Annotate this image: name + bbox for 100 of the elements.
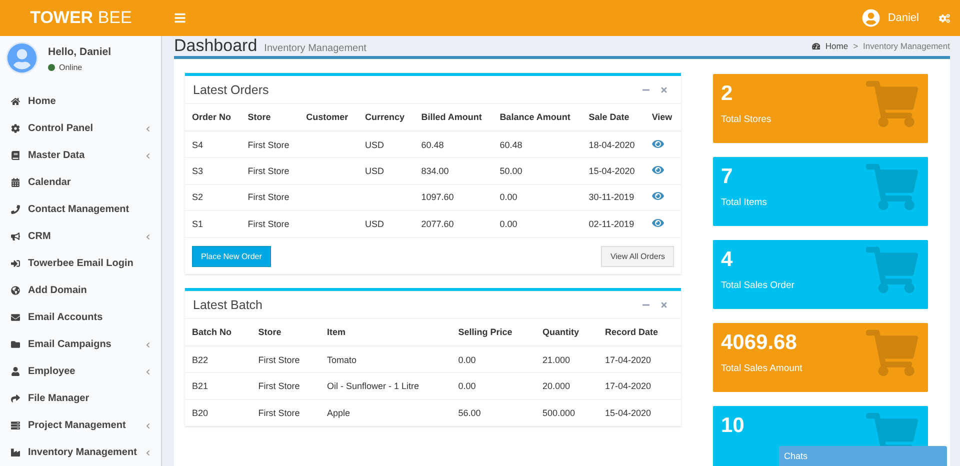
sidebar-item[interactable]: Employee: [0, 358, 161, 385]
column-header: Sale Date: [582, 104, 645, 131]
megaphone-icon: [11, 232, 22, 241]
stat-label: Total Items: [721, 197, 768, 208]
book-icon: [11, 151, 22, 160]
table-cell: S4: [185, 131, 241, 158]
table-cell: 15-04-2020: [598, 399, 681, 426]
globe-icon: [11, 286, 22, 295]
calendar-icon: [11, 178, 22, 187]
view-eye-icon[interactable]: [652, 190, 664, 202]
view-eye-icon[interactable]: [652, 164, 664, 176]
table-cell: Oil - Sunflower - 1 Litre: [320, 372, 452, 399]
table-cell: Tomato: [320, 346, 452, 372]
table-cell: S1: [185, 210, 241, 237]
table-cell: 0.00: [492, 210, 582, 237]
table-cell: Apple: [320, 399, 452, 426]
sidebar-item[interactable]: Calendar: [0, 169, 161, 196]
table-cell: 1097.60: [414, 184, 493, 210]
table-cell: 21.000: [535, 346, 598, 372]
column-header: Customer: [299, 104, 358, 131]
table-cell: First Store: [251, 346, 320, 372]
sidebar-item[interactable]: Control Panel: [0, 115, 161, 142]
column-header: Quantity: [535, 319, 598, 346]
table-cell: First Store: [240, 131, 300, 158]
gear-icon: [11, 124, 22, 133]
column-header: Batch No: [185, 319, 252, 346]
stat-value: 10: [721, 414, 746, 438]
table-cell: 30-11-2019: [582, 184, 645, 210]
card-title: Latest Orders: [193, 82, 270, 96]
table-cell: 18-04-2020: [582, 131, 645, 158]
share-arrow-icon: [11, 394, 22, 403]
table-cell: First Store: [240, 210, 300, 237]
column-header: Balance Amount: [492, 104, 582, 131]
table-cell: 0.00: [492, 184, 582, 210]
sidebar-item[interactable]: File Manager: [0, 385, 161, 412]
table-cell: 56.00: [451, 399, 536, 426]
column-header: Store: [251, 319, 320, 346]
sidebar-item[interactable]: Email Campaigns: [0, 331, 161, 358]
sidebar-item[interactable]: Project Management: [0, 412, 161, 439]
card-title: Latest Batch: [193, 298, 264, 312]
table-cell: First Store: [240, 158, 300, 184]
sidebar-item[interactable]: Contact Management: [0, 196, 161, 223]
sidebar-item[interactable]: Towerbee Email Login: [0, 250, 161, 277]
folder-icon: [11, 340, 22, 349]
page-title: Dashboard: [174, 36, 258, 56]
user-avatar-icon: [862, 9, 880, 27]
table-cell: First Store: [251, 372, 320, 399]
table-cell: 50.00: [492, 158, 582, 184]
avatar-silhouette: [6, 42, 38, 74]
table-cell: 0.00: [451, 346, 536, 372]
settings-icon[interactable]: [939, 12, 950, 24]
sidebar-item[interactable]: Inventory Management: [0, 439, 161, 466]
breadcrumb-current: Inventory Management: [863, 41, 950, 51]
stat-value: 4: [721, 248, 734, 272]
table-cell: First Store: [251, 399, 320, 426]
user-icon: [11, 367, 22, 376]
table-cell: B20: [185, 399, 252, 426]
sidebar-item[interactable]: CRM: [0, 223, 161, 250]
view-eye-icon[interactable]: [652, 138, 664, 150]
sidebar-item[interactable]: Home: [0, 88, 161, 115]
column-header: Currency: [358, 104, 414, 131]
breadcrumb-separator: >: [853, 41, 858, 51]
column-header: Selling Price: [451, 319, 536, 346]
sidebar-item[interactable]: Master Data: [0, 142, 161, 169]
home-icon: [11, 97, 22, 106]
stat-value: 2: [721, 82, 734, 106]
table-cell: 500.000: [535, 399, 598, 426]
view-orders-button[interactable]: View All Orders: [601, 246, 674, 267]
table-cell: USD: [358, 131, 414, 158]
column-header: Billed Amount: [414, 104, 493, 131]
table-cell: S2: [185, 184, 241, 210]
column-header: Store: [240, 104, 300, 131]
table-cell: 15-04-2020: [582, 158, 645, 184]
sidebar-item[interactable]: Email Accounts: [0, 304, 161, 331]
table-cell: USD: [358, 210, 414, 237]
cart-icon: [866, 78, 918, 130]
cart-icon: [866, 327, 918, 379]
table-cell: 17-04-2020: [598, 372, 681, 399]
sidebar-item[interactable]: Add Domain: [0, 277, 161, 304]
table-cell: 2077.60: [414, 210, 493, 237]
table-cell: 834.00: [414, 158, 493, 184]
stat-label: Total Stores: [721, 114, 772, 125]
view-eye-icon[interactable]: [652, 217, 664, 229]
dashboard-gauge-icon: [812, 42, 820, 50]
table-cell: 02-11-2019: [582, 210, 645, 237]
column-header: View: [644, 104, 681, 131]
cart-icon: [866, 244, 918, 296]
column-header: Record Date: [598, 319, 681, 346]
status-label: Online: [59, 63, 82, 72]
breadcrumb-link[interactable]: Home: [812, 41, 848, 51]
table-cell: First Store: [240, 184, 300, 210]
table-cell: 0.00: [451, 372, 536, 399]
table-cell: 20.000: [535, 372, 598, 399]
column-header: Order No: [185, 104, 241, 131]
cart-icon: [866, 161, 918, 213]
envelope-icon: [11, 313, 22, 322]
factory-icon: [11, 448, 22, 457]
table-cell: B22: [185, 346, 252, 372]
phone-icon: [11, 205, 22, 214]
stat-label: Total Sales Order: [721, 280, 796, 291]
